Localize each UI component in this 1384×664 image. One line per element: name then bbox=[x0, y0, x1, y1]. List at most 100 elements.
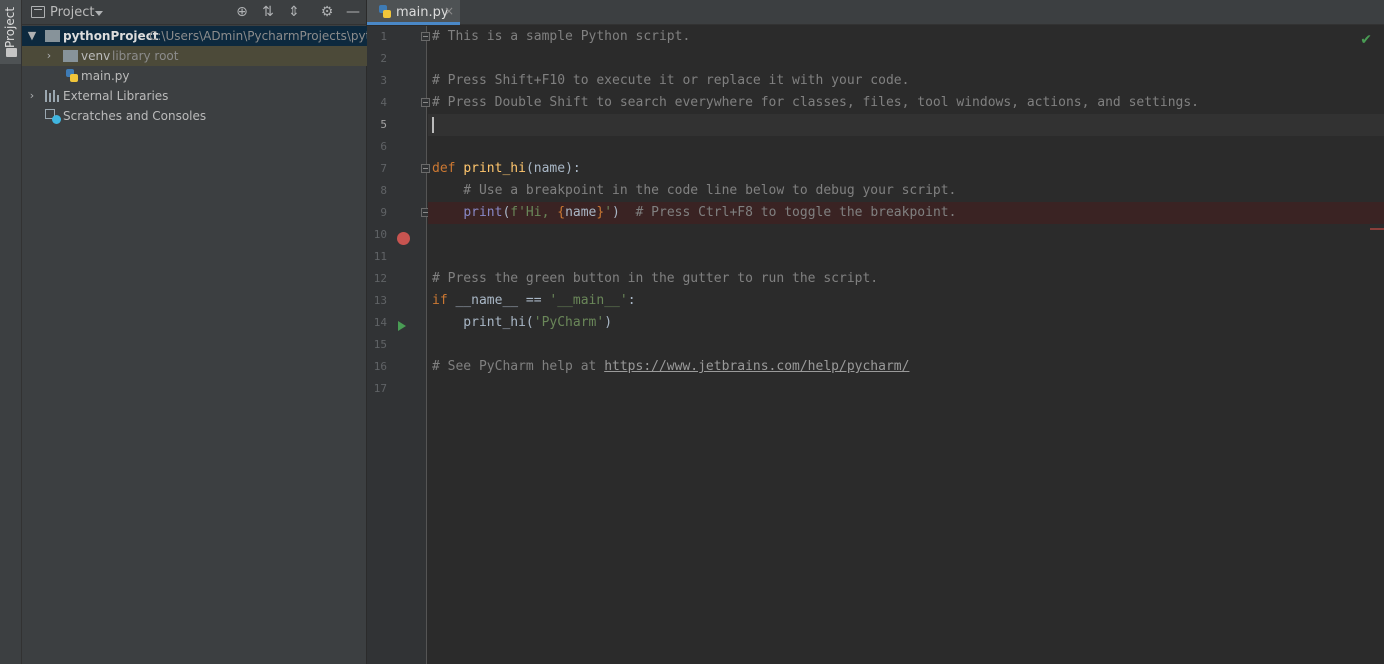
string-literal: '__main__' bbox=[549, 293, 628, 308]
project-view-selector[interactable]: Project bbox=[50, 5, 94, 20]
code-text: { bbox=[557, 205, 566, 220]
code-comment: # Use a breakpoint in the code line belo… bbox=[432, 183, 957, 198]
locate-icon[interactable]: ⊕ bbox=[233, 3, 251, 21]
run-icon[interactable] bbox=[398, 321, 406, 331]
line-number: 13 bbox=[373, 294, 387, 307]
text-caret bbox=[432, 117, 434, 133]
tree-item-external-libraries[interactable]: › External Libraries bbox=[22, 86, 367, 106]
line-number: 15 bbox=[373, 338, 387, 351]
code-text: (name): bbox=[525, 161, 581, 176]
breakpoint-icon[interactable] bbox=[397, 232, 410, 245]
scratches-icon bbox=[45, 109, 61, 124]
line-number: 4 bbox=[380, 96, 387, 109]
code-line-4: # Press Double Shift to search everywher… bbox=[428, 92, 1384, 114]
line-number: 5 bbox=[380, 118, 387, 131]
editor-gutter[interactable]: 1 2 3 4 5 6 7 8 9 10 11 12 13 14 15 16 1… bbox=[367, 26, 430, 664]
code-line-14: print_hi('PyCharm') bbox=[428, 312, 1384, 334]
builtin-name: print bbox=[463, 205, 503, 220]
code-line-9: print(f'Hi, {name}') # Press Ctrl+F8 to … bbox=[428, 202, 1384, 224]
editor-tab-bar: main.py × bbox=[367, 0, 1384, 25]
line-number: 11 bbox=[373, 250, 387, 263]
tree-item-main-py[interactable]: main.py bbox=[22, 66, 367, 86]
project-view-icon bbox=[31, 6, 45, 18]
tree-item-label: External Libraries bbox=[63, 89, 169, 103]
tree-item-label: venv bbox=[81, 49, 111, 63]
close-icon[interactable]: × bbox=[444, 4, 454, 18]
line-number: 1 bbox=[380, 30, 387, 43]
folder-icon bbox=[63, 50, 78, 62]
function-name: print_hi bbox=[463, 161, 526, 176]
expand-all-icon[interactable]: ⇅ bbox=[259, 3, 277, 21]
code-comment: # Press the green button in the gutter t… bbox=[432, 271, 879, 286]
string-literal: 'PyCharm' bbox=[533, 315, 605, 330]
tree-item-hint: library root bbox=[112, 49, 179, 63]
code-line-13: if __name__ == '__main__': bbox=[428, 290, 1384, 312]
library-icon bbox=[45, 90, 59, 102]
code-line-5 bbox=[428, 114, 1384, 136]
code-text: ) bbox=[604, 315, 613, 330]
code-line-12: # Press the green button in the gutter t… bbox=[428, 268, 1384, 290]
code-area[interactable]: # This is a sample Python script. # Pres… bbox=[428, 26, 1384, 664]
code-comment: # See PyCharm help at bbox=[432, 359, 605, 374]
error-stripe-marker[interactable] bbox=[1370, 228, 1384, 230]
editor: main.py × 1 2 3 4 5 6 7 8 9 10 11 12 13 … bbox=[367, 0, 1384, 664]
line-number: 8 bbox=[380, 184, 387, 197]
python-file-icon bbox=[65, 69, 79, 83]
line-number: 10 bbox=[373, 228, 387, 241]
line-number: 16 bbox=[373, 360, 387, 373]
code-text: print_hi( bbox=[432, 315, 534, 330]
folder-icon bbox=[6, 48, 17, 57]
line-number: 3 bbox=[380, 74, 387, 87]
line-number: 12 bbox=[373, 272, 387, 285]
string-literal: f'Hi, bbox=[510, 205, 558, 220]
chevron-down-icon[interactable]: ▼ bbox=[26, 26, 38, 46]
line-number: 17 bbox=[373, 382, 387, 395]
line-number: 14 bbox=[373, 316, 387, 329]
code-comment: # This is a sample Python script. bbox=[432, 29, 691, 44]
code-comment: # Press Shift+F10 to execute it or repla… bbox=[432, 73, 910, 88]
tree-item-label: Scratches and Consoles bbox=[63, 109, 207, 123]
tree-item-pythonproject[interactable]: ▼ pythonProject C:\Users\ADmin\PycharmPr… bbox=[22, 26, 371, 46]
code-comment: # Press Ctrl+F8 to toggle the breakpoint… bbox=[619, 205, 957, 220]
folder-icon bbox=[45, 30, 60, 42]
code-text: name bbox=[565, 205, 597, 220]
gear-icon[interactable]: ⚙ bbox=[318, 3, 336, 21]
line-number: 9 bbox=[380, 206, 387, 219]
check-icon[interactable]: ✔ bbox=[1360, 32, 1372, 48]
keyword: def bbox=[432, 161, 456, 176]
chevron-right-icon[interactable]: › bbox=[26, 86, 38, 106]
tree-item-label: main.py bbox=[81, 69, 130, 83]
code-line-1: # This is a sample Python script. bbox=[428, 26, 1384, 48]
tree-item-label: pythonProject bbox=[63, 29, 159, 43]
code-line-16: # See PyCharm help at https://www.jetbra… bbox=[428, 356, 1384, 378]
code-line-3: # Press Shift+F10 to execute it or repla… bbox=[428, 70, 1384, 92]
tree-item-scratches[interactable]: Scratches and Consoles bbox=[22, 106, 367, 126]
string-literal: ' bbox=[604, 205, 613, 220]
tool-window-strip: Project bbox=[0, 0, 22, 664]
tree-item-venv[interactable]: › venv library root bbox=[22, 46, 367, 66]
project-tool-window-label: Project bbox=[3, 6, 17, 48]
help-link[interactable]: https://www.jetbrains.com/help/pycharm/ bbox=[604, 359, 909, 374]
chevron-down-icon[interactable] bbox=[95, 11, 103, 16]
tree-item-path: C:\Users\ADmin\PycharmProjects\pyt bbox=[149, 29, 371, 43]
collapse-all-icon[interactable]: ⇕ bbox=[285, 3, 303, 21]
keyword: if bbox=[432, 293, 448, 308]
code-comment: # Press Double Shift to search everywher… bbox=[432, 95, 1200, 110]
tab-main-py[interactable]: main.py × bbox=[367, 0, 460, 25]
line-number: 6 bbox=[380, 140, 387, 153]
project-tool-window-tab[interactable]: Project bbox=[0, 0, 21, 64]
line-number: 7 bbox=[380, 162, 387, 175]
code-line-8: # Use a breakpoint in the code line belo… bbox=[428, 180, 1384, 202]
project-panel-header: Project ⊕ ⇅ ⇕ ⚙ — bbox=[22, 0, 367, 25]
minimize-icon[interactable]: — bbox=[344, 3, 362, 21]
python-file-icon bbox=[378, 5, 392, 19]
project-panel: Project ⊕ ⇅ ⇕ ⚙ — ▼ pythonProject C:\Use… bbox=[22, 0, 371, 664]
code-text: : bbox=[627, 293, 636, 308]
code-line-7: def print_hi(name): bbox=[428, 158, 1384, 180]
chevron-right-icon[interactable]: › bbox=[43, 46, 55, 66]
tab-label: main.py bbox=[396, 5, 449, 20]
code-text: ) bbox=[612, 205, 620, 220]
code-text: __name__ == bbox=[447, 293, 550, 308]
line-number: 2 bbox=[380, 52, 387, 65]
